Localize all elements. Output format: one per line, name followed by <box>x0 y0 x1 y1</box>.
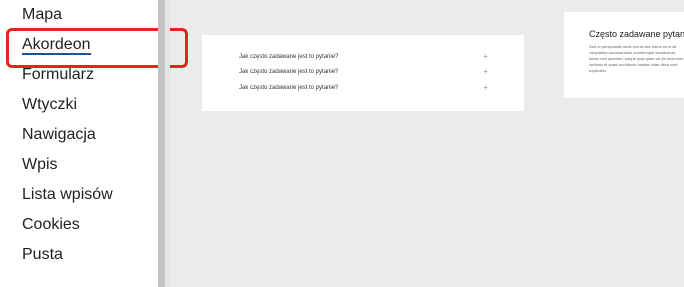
sidebar-item-lista-wpisow[interactable]: Lista wpisów <box>22 185 113 205</box>
accordion-question: Jak często zadawane jest to pytanie? <box>239 54 339 60</box>
sidebar-item-pusta[interactable]: Pusta <box>22 245 63 265</box>
sidebar-item-label: Mapa <box>22 6 63 23</box>
sidebar-item-cookies[interactable]: Cookies <box>22 215 80 235</box>
plus-icon[interactable]: + <box>483 67 488 77</box>
accordion-item[interactable]: Jak często zadawane jest to pytanie? + <box>239 67 488 77</box>
sidebar-item-wtyczki[interactable]: Wtyczki <box>22 95 77 115</box>
sidebar-item-label: Formularz <box>22 66 95 83</box>
sidebar-item-label: Wpis <box>22 156 58 173</box>
faq-title: Często zadawane pytan <box>589 29 684 39</box>
accordion-preview-card: Jak często zadawane jest to pytanie? + J… <box>202 35 524 111</box>
accordion-item[interactable]: Jak często zadawane jest to pytanie? + <box>239 52 488 62</box>
sidebar-item-nawigacja[interactable]: Nawigacja <box>22 125 96 145</box>
accordion-item[interactable]: Jak często zadawane jest to pytanie? + <box>239 83 488 93</box>
plus-icon[interactable]: + <box>483 83 488 93</box>
sidebar-item-label: Lista wpisów <box>22 186 113 203</box>
sidebar-item-label: Wtyczki <box>22 96 78 113</box>
sidebar-item-label: Cookies <box>22 216 80 233</box>
sidebar-item-label: Nawigacja <box>22 126 96 143</box>
scrollbar-thumb[interactable] <box>158 0 165 287</box>
plus-icon[interactable]: + <box>483 52 488 62</box>
accordion-question: Jak często zadawane jest to pytanie? <box>239 85 339 91</box>
sidebar-item-wpis[interactable]: Wpis <box>22 155 58 175</box>
sidebar-item-label: Pusta <box>22 246 63 263</box>
sidebar-item-mapa[interactable]: Mapa <box>22 5 62 25</box>
faq-text: Sed ut perspiciatis unde omnis iste natu… <box>589 44 684 73</box>
accordion-question: Jak często zadawane jest to pytanie? <box>239 69 339 75</box>
sidebar-item-formularz[interactable]: Formularz <box>22 65 94 85</box>
faq-preview-card: Często zadawane pytan Sed ut perspiciati… <box>564 12 684 98</box>
